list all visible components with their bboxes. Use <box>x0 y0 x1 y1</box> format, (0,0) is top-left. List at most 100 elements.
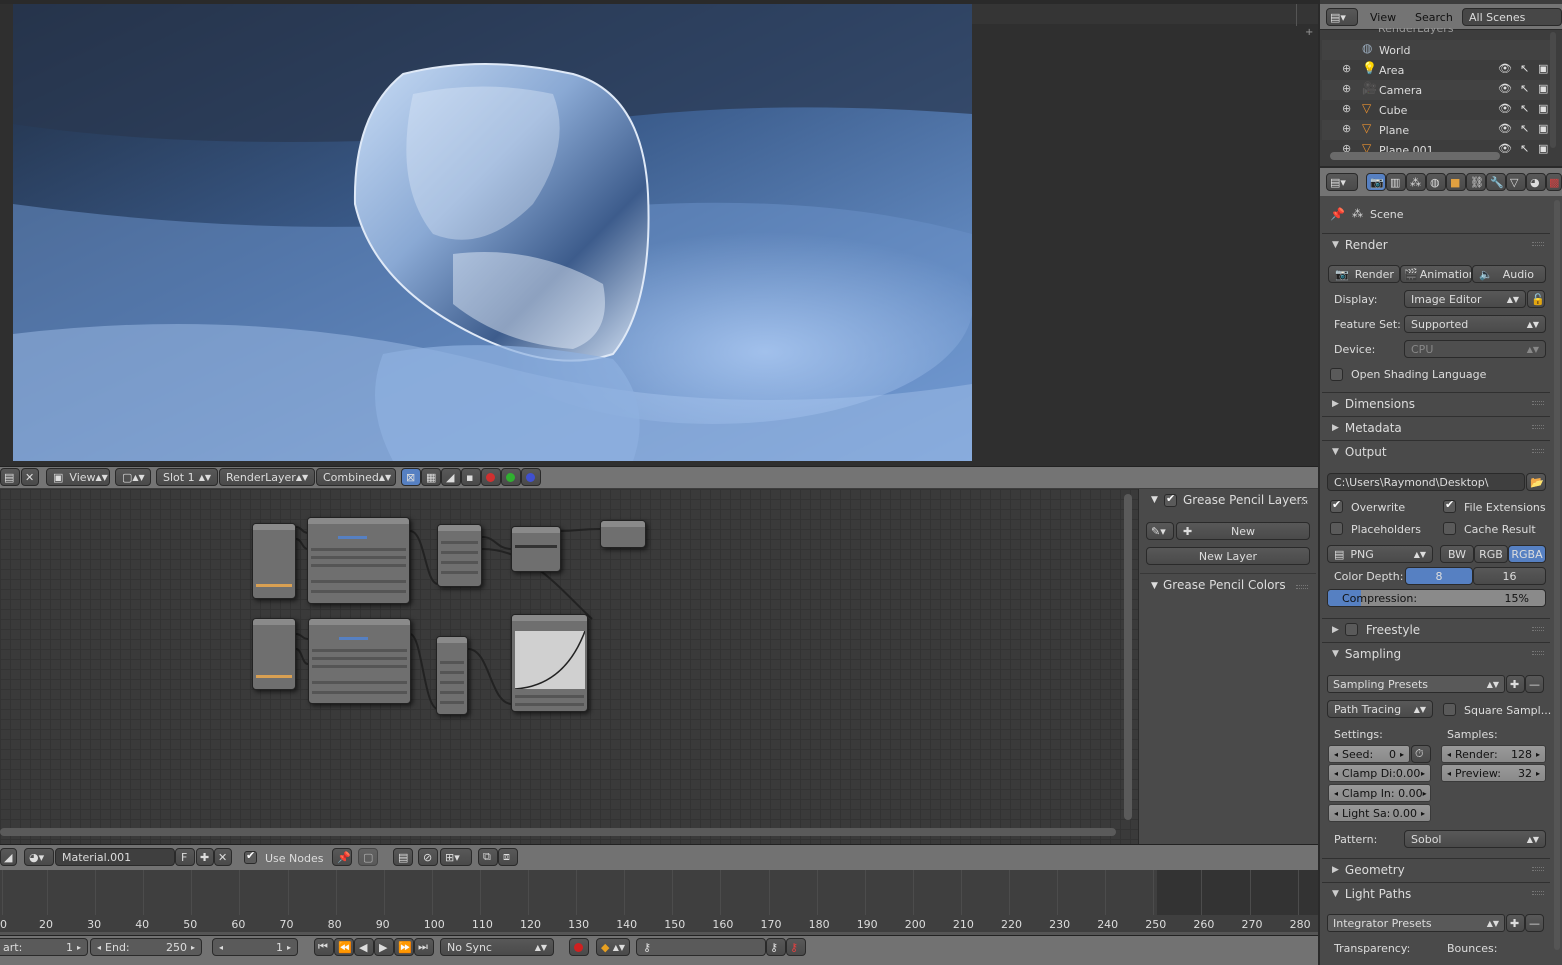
channel-icon[interactable]: ▪ <box>461 468 481 486</box>
parent-icon[interactable]: ▢ <box>358 848 378 866</box>
metadata-panel-header[interactable]: ▶ Metadata <box>1322 416 1550 438</box>
texture-coordinate-node-2[interactable] <box>252 618 296 690</box>
outliner-hscroll[interactable] <box>1330 152 1500 160</box>
select-arrow-icon[interactable]: ↖ <box>1520 102 1529 115</box>
square-samples-checkbox[interactable] <box>1443 703 1456 716</box>
record-icon[interactable] <box>569 938 589 956</box>
world-output-node[interactable] <box>600 520 646 548</box>
rgb-button[interactable]: RGB <box>1474 545 1508 563</box>
material-name-field[interactable]: Material.001 <box>55 848 175 866</box>
object-tab-icon[interactable]: ■ <box>1446 173 1466 191</box>
freestyle-checkbox[interactable] <box>1344 623 1358 636</box>
add-preset-icon[interactable]: ✚ <box>1506 914 1525 932</box>
rgba-button[interactable]: RGBA <box>1508 545 1546 563</box>
visibility-eye-icon[interactable]: 👁 <box>1498 82 1512 95</box>
outliner-row[interactable]: ⊕ ▽ Plane 👁 ↖ ▣ <box>1322 120 1550 140</box>
texture-tab-icon[interactable]: ▩ <box>1546 173 1562 191</box>
play-reverse-icon[interactable]: ◀ <box>354 938 374 956</box>
pin-icon[interactable]: 📌 <box>332 848 352 866</box>
osl-checkbox[interactable] <box>1330 368 1343 381</box>
bw-button[interactable]: BW <box>1440 545 1474 563</box>
grip-icon[interactable] <box>1296 585 1308 589</box>
data-tab-icon[interactable]: ▽ <box>1506 173 1526 191</box>
alpha-icon[interactable]: ▦ <box>421 468 441 486</box>
outliner-row[interactable]: ⊕ 🎥 Camera 👁 ↖ ▣ <box>1322 80 1550 100</box>
paste-icon[interactable]: ⧈ <box>498 848 518 866</box>
visibility-eye-icon[interactable]: 👁 <box>1498 142 1512 155</box>
blue-channel-icon[interactable] <box>521 468 541 486</box>
grip-icon[interactable] <box>1296 500 1308 504</box>
timeline-area[interactable] <box>0 870 1318 934</box>
placeholders-checkbox[interactable] <box>1330 522 1343 535</box>
file-format-selector[interactable]: ▤ PNG ▲▼ <box>1327 545 1433 563</box>
overwrite-checkbox[interactable] <box>1330 498 1343 513</box>
select-arrow-icon[interactable]: ↖ <box>1520 82 1529 95</box>
editor-type-button[interactable]: ▤▾ <box>1326 173 1358 191</box>
delete-keyframe-icon[interactable]: ⚷ <box>786 938 806 956</box>
pattern-selector[interactable]: Sobol ▲▼ <box>1404 830 1546 848</box>
cache-result-checkbox[interactable] <box>1443 522 1456 535</box>
lock-interface-icon[interactable]: 🔓 <box>1527 290 1545 308</box>
geometry-panel-header[interactable]: ▶ Geometry <box>1322 858 1550 880</box>
render-camera-icon[interactable]: ▣ <box>1538 122 1548 135</box>
slot-selector[interactable]: Slot 1 ▲▼ <box>156 468 218 486</box>
sampling-presets-selector[interactable]: Sampling Presets ▲▼ <box>1327 675 1505 693</box>
render-camera-icon[interactable]: ▣ <box>1538 82 1548 95</box>
editor-type-button[interactable]: ▤▾ <box>1326 8 1358 26</box>
gp-layers-checkbox[interactable] <box>1164 492 1177 507</box>
remove-preset-icon[interactable]: — <box>1525 914 1544 932</box>
render-tab-icon[interactable]: 📷 <box>1366 173 1386 191</box>
mapping-node-1[interactable] <box>307 517 410 604</box>
jump-keyframe-back-icon[interactable]: ⏪ <box>334 938 354 956</box>
render-layers-tab-icon[interactable]: ▥ <box>1386 173 1406 191</box>
outliner-search-menu[interactable]: Search <box>1415 11 1453 24</box>
jump-keyframe-forward-icon[interactable]: ⏩ <box>394 938 414 956</box>
light-sampling-threshold-field[interactable]: ◂ Light Sa: 0.00 ▸ <box>1328 804 1431 822</box>
gp-layers-triangle-icon[interactable]: ▼ <box>1151 495 1158 505</box>
area-split-corner[interactable] <box>1296 4 1318 26</box>
freestyle-panel-header[interactable]: ▶ Freestyle <box>1322 618 1550 640</box>
light-paths-panel-header[interactable]: ▼ Light Paths <box>1322 882 1550 904</box>
z-buffer-icon[interactable]: ◢ <box>441 468 461 486</box>
clamp-indirect-field[interactable]: ◂ Clamp In: 0.00 ▸ <box>1328 784 1431 802</box>
render-camera-icon[interactable]: ▣ <box>1538 62 1548 75</box>
remove-preset-icon[interactable]: — <box>1525 675 1544 693</box>
plus-icon[interactable]: + <box>1305 28 1315 38</box>
modifiers-tab-icon[interactable]: 🔧 <box>1486 173 1506 191</box>
mapping-node-2[interactable] <box>308 618 411 704</box>
gp-new-button[interactable]: ✚ New <box>1176 522 1310 540</box>
insert-keyframe-icon[interactable]: ⚷ <box>766 938 786 956</box>
red-channel-icon[interactable] <box>481 468 501 486</box>
copy-icon[interactable]: ⧉ <box>478 848 498 866</box>
add-material-icon[interactable]: ✚ <box>196 848 214 866</box>
color-alpha-icon[interactable]: ⊠ <box>401 468 421 486</box>
expand-icon[interactable]: ⊕ <box>1342 122 1351 135</box>
select-arrow-icon[interactable]: ↖ <box>1520 142 1529 155</box>
integrator-selector[interactable]: Path Tracing ▲▼ <box>1327 700 1433 718</box>
compression-slider[interactable]: Compression: 15% <box>1327 589 1546 607</box>
editor-type-button[interactable]: ◢ <box>0 848 17 866</box>
image-browse-button[interactable]: ▢ ▲▼ <box>115 468 151 486</box>
outliner-row[interactable]: ◍ World <box>1322 40 1550 60</box>
sync-mode-selector[interactable]: No Sync ▲▼ <box>440 938 554 956</box>
scene-tab-icon[interactable]: ⁂ <box>1406 173 1426 191</box>
close-icon[interactable]: ✕ <box>21 468 39 486</box>
audio-button[interactable]: 🔈 Audio <box>1472 265 1546 283</box>
outliner-vscroll[interactable] <box>1550 32 1556 148</box>
end-frame-field[interactable]: ◂ End: 250 ▸ <box>90 938 202 956</box>
render-layer-selector[interactable]: RenderLayer ▲▼ <box>219 468 315 486</box>
unlink-icon[interactable]: ✕ <box>214 848 232 866</box>
snap-mode-icon[interactable]: ⊞▾ <box>440 848 472 866</box>
pin-icon[interactable]: 📌 <box>1330 207 1345 221</box>
gp-pencil-icon[interactable]: ✎▾ <box>1146 522 1174 540</box>
use-nodes-checkbox[interactable] <box>244 849 257 864</box>
render-pass-selector[interactable]: Combined ▲▼ <box>316 468 396 486</box>
preview-samples-field[interactable]: ◂ Preview: 32 ▸ <box>1441 764 1546 782</box>
environment-texture-node[interactable] <box>437 524 482 587</box>
snap-icon[interactable]: ⊘ <box>418 848 438 866</box>
animation-button[interactable]: 🎬 Animation <box>1400 265 1472 283</box>
outliner-row[interactable]: ⊕ 💡 Area 👁 ↖ ▣ <box>1322 60 1550 80</box>
integrator-presets-selector[interactable]: Integrator Presets ▲▼ <box>1327 914 1505 932</box>
texture-coordinate-node-1[interactable] <box>252 523 296 599</box>
gp-new-layer-button[interactable]: New Layer <box>1146 547 1310 565</box>
